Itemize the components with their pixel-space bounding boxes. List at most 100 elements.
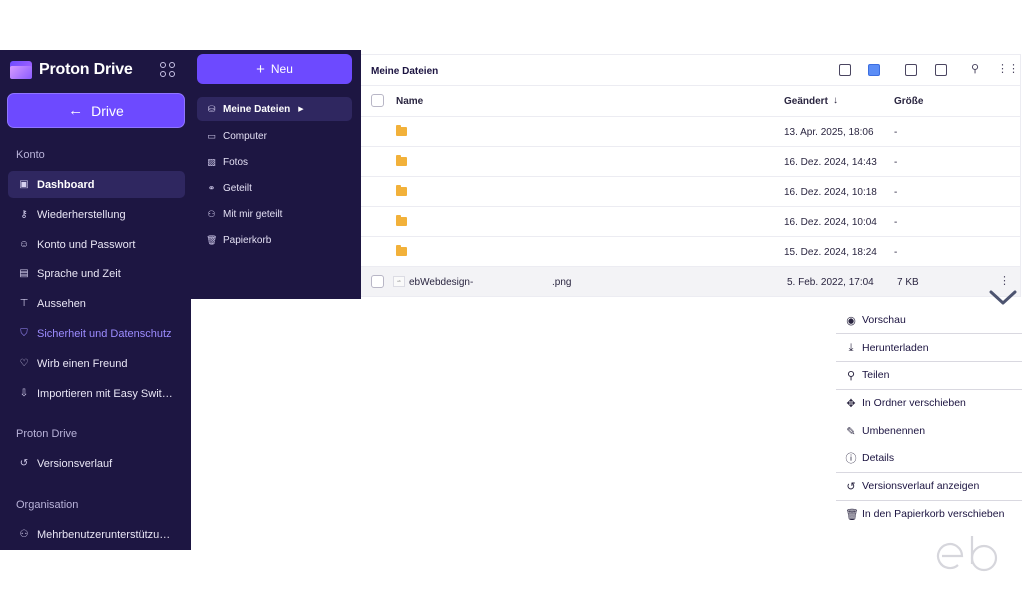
menu-item-label: In den Papierkorb verschieben <box>862 508 1005 520</box>
sidebar-item-label: Wiederherstellung <box>37 208 126 221</box>
brand-name: Proton Drive <box>39 61 133 78</box>
column-modified[interactable]: Geändert <box>784 96 828 107</box>
file-name: ebWebdesign- <box>409 277 474 288</box>
file-size: - <box>894 127 898 138</box>
paint-roller-icon: ⊤ <box>19 297 29 309</box>
new-button[interactable]: + Neu <box>197 54 352 84</box>
caret-right-icon[interactable]: ▶ <box>298 105 303 113</box>
file-modified: 13. Apr. 2025, 18:06 <box>784 127 874 138</box>
upload-folder-icon[interactable] <box>905 64 917 76</box>
upload-file-icon[interactable] <box>935 64 947 76</box>
drive-item-label: Papierkorb <box>223 234 272 246</box>
sidebar-item-security-privacy[interactable]: ⛉ Sicherheit und Datenschutz <box>8 320 185 347</box>
sidebar-item-label: Mehrbenutzerunterstützu… <box>37 528 171 541</box>
column-size[interactable]: Größe <box>894 96 923 107</box>
share-user-icon[interactable]: ⚲ <box>971 62 979 75</box>
drive-item-my-files[interactable]: ⛁ Meine Dateien ▶ <box>197 97 352 121</box>
drive-item-shared[interactable]: ⚭ Geteilt <box>197 176 352 200</box>
table-row[interactable]: 16. Dez. 2024, 10:04 - <box>361 207 1020 237</box>
drive-item-computer[interactable]: ▭ Computer <box>197 124 352 148</box>
proton-drive-logo-icon <box>10 61 32 79</box>
settings-sidebar: Proton Drive ← Drive Konto ▣ Dashboard ⚷… <box>0 50 191 550</box>
apps-grid-icon[interactable] <box>160 62 176 78</box>
sidebar-item-label: Konto und Passwort <box>37 238 136 251</box>
menu-item-version-history[interactable]: ↺ Versionsverlauf anzeigen <box>836 473 1022 499</box>
eb-logo-watermark <box>936 536 998 572</box>
sidebar-item-appearance[interactable]: ⊤ Aussehen <box>8 290 185 317</box>
download-icon: ⤓ <box>848 341 854 354</box>
image-icon: ▨ <box>207 156 216 167</box>
drive-item-trash[interactable]: 🗑 Papierkorb <box>197 228 352 252</box>
eye-icon: ◉ <box>846 314 856 327</box>
computer-icon: ▭ <box>207 130 216 141</box>
import-icon: ⇩ <box>19 387 29 399</box>
table-row-selected[interactable]: eb ebWebdesign- .png 5. Feb. 2022, 17:04… <box>361 267 1020 297</box>
shield-icon: ⛉ <box>20 327 28 339</box>
sidebar-item-label: Versionsverlauf <box>37 457 113 470</box>
table-row[interactable]: 13. Apr. 2025, 18:06 - <box>361 117 1020 147</box>
folder-icon <box>396 155 407 166</box>
sidebar-item-label: Sprache und Zeit <box>37 267 121 280</box>
back-to-drive-button[interactable]: ← Drive <box>7 93 185 128</box>
new-folder-icon[interactable] <box>839 64 851 76</box>
users-icon: ⚇ <box>207 208 216 219</box>
menu-divider <box>836 333 1022 334</box>
drive-nav-panel: + Neu ⛁ Meine Dateien ▶ ▭ Computer ▨ Fot… <box>191 50 361 299</box>
sort-arrow-down-icon[interactable]: ↓ <box>833 95 838 106</box>
folder-icon <box>396 245 407 256</box>
drive-item-label: Mit mir geteilt <box>223 208 283 220</box>
sidebar-item-version-history[interactable]: ↺ Versionsverlauf <box>8 450 185 477</box>
drive-item-photos[interactable]: ▨ Fotos <box>197 150 352 174</box>
menu-item-move-to-trash[interactable]: 🗑 In den Papierkorb verschieben <box>836 501 1022 527</box>
arrow-left-icon: ← <box>68 102 84 119</box>
share-user-icon: ⚲ <box>846 369 856 382</box>
drive-icon: ⛁ <box>207 103 216 114</box>
menu-item-details[interactable]: ⓘ Details <box>836 445 1022 471</box>
sidebar-item-language-time[interactable]: ▤ Sprache und Zeit <box>8 260 185 287</box>
table-row[interactable]: 15. Dez. 2024, 18:24 - <box>361 237 1020 267</box>
row-checkbox[interactable] <box>371 275 384 288</box>
drive-item-label: Meine Dateien <box>223 103 291 115</box>
column-header-row: Name Geändert ↓ Größe <box>361 86 1020 117</box>
trash-icon: 🗑 <box>845 508 859 521</box>
file-size: - <box>894 217 898 228</box>
table-row[interactable]: 16. Dez. 2024, 10:18 - <box>361 177 1020 207</box>
menu-item-download[interactable]: ⤓ Herunterladen <box>836 335 1022 361</box>
menu-item-move[interactable]: ✥ In Ordner verschieben <box>836 390 1022 416</box>
new-document-icon[interactable] <box>868 64 880 76</box>
menu-item-label: In Ordner verschieben <box>862 397 966 409</box>
pencil-icon: ✎ <box>846 425 856 438</box>
menu-item-preview[interactable]: ◉ Vorschau <box>836 307 1022 333</box>
file-browser: Meine Dateien ⚲ ⋮⋮ Name Geändert ↓ Größe… <box>361 54 1021 297</box>
sidebar-item-dashboard[interactable]: ▣ Dashboard <box>8 171 185 198</box>
more-options-icon[interactable]: ⋮ <box>999 274 1010 287</box>
history-icon: ↺ <box>846 480 856 493</box>
menu-item-share[interactable]: ⚲ Teilen <box>836 362 1022 388</box>
section-konto: Konto <box>16 149 45 161</box>
menu-item-rename[interactable]: ✎ Umbenennen <box>836 418 1022 444</box>
sidebar-item-import-easy-switch[interactable]: ⇩ Importieren mit Easy Swit… <box>8 380 185 407</box>
key-icon: ⚷ <box>20 208 28 220</box>
file-size: - <box>894 157 898 168</box>
file-extension: .png <box>552 277 572 288</box>
grid-view-icon[interactable]: ⋮⋮ <box>997 62 1019 75</box>
history-icon: ↺ <box>19 457 29 469</box>
sidebar-item-label: Sicherheit und Datenschutz <box>37 327 172 340</box>
select-all-checkbox[interactable] <box>371 94 384 107</box>
table-row[interactable]: 16. Dez. 2024, 14:43 - <box>361 147 1020 177</box>
sidebar-item-multi-user[interactable]: ⚇ Mehrbenutzerunterstützu… <box>8 521 185 548</box>
menu-item-label: Vorschau <box>862 314 906 326</box>
file-modified: 16. Dez. 2024, 10:18 <box>784 187 877 198</box>
menu-item-label: Versionsverlauf anzeigen <box>862 480 980 492</box>
menu-item-label: Teilen <box>862 369 890 381</box>
drive-item-shared-with-me[interactable]: ⚇ Mit mir geteilt <box>197 202 352 226</box>
menu-item-label: Details <box>862 452 895 464</box>
link-icon: ⚭ <box>207 182 216 193</box>
sidebar-item-label: Wirb einen Freund <box>37 357 128 370</box>
sidebar-item-account-password[interactable]: ☺ Konto und Passwort <box>8 231 185 258</box>
sidebar-item-recovery[interactable]: ⚷ Wiederherstellung <box>8 201 185 228</box>
users-icon: ⚇ <box>19 528 29 540</box>
folder-icon <box>396 185 407 196</box>
sidebar-item-refer-friend[interactable]: ♡ Wirb einen Freund <box>8 350 185 377</box>
column-name[interactable]: Name <box>396 96 423 107</box>
